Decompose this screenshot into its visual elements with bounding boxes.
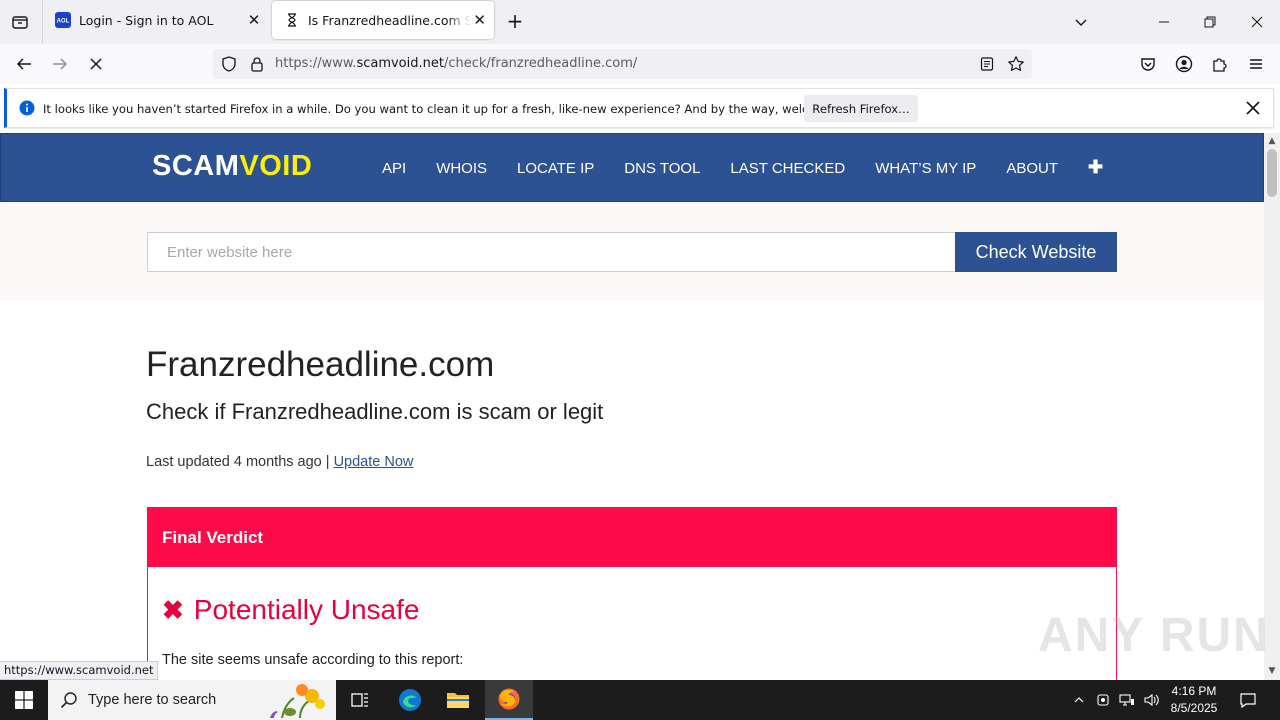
tab-title: Is Franzredheadline.com Safe ? — [308, 12, 472, 28]
menu-item-dns-tool[interactable]: DNS TOOL — [624, 160, 700, 177]
check-website-button[interactable]: Check Website — [955, 232, 1117, 272]
menu-more-plus-icon[interactable]: ✚ — [1088, 158, 1103, 177]
verdict-header: Final Verdict — [148, 508, 1116, 567]
taskbar-search-placeholder: Type here to search — [88, 692, 217, 708]
taskbar-search-box[interactable]: Type here to search — [48, 680, 336, 720]
loading-hourglass-icon — [284, 12, 300, 28]
restore-button[interactable] — [1187, 0, 1233, 44]
site-header: SCAMVOID API WHOIS LOCATE IP DNS TOOL LA… — [0, 133, 1264, 202]
taskbar-clock[interactable]: 4:16 PM 8/5/2025 — [1160, 683, 1228, 717]
flowers-search-highlight-icon — [260, 682, 330, 720]
extensions-puzzle-icon[interactable] — [1208, 52, 1232, 76]
last-updated-line: Last updated 4 months ago | Update Now — [146, 454, 413, 470]
tab-scamvoid[interactable]: Is Franzredheadline.com Safe ? ✕ — [272, 1, 494, 39]
verdict-status: ✖ Potentially Unsafe — [162, 594, 419, 626]
aol-favicon-icon: AOL — [55, 12, 71, 28]
meet-now-icon[interactable] — [1092, 680, 1114, 720]
firefox-refresh-notification: It looks like you haven’t started Firefo… — [4, 88, 1274, 128]
tracking-shield-icon[interactable] — [221, 56, 237, 76]
menu-item-whois[interactable]: WHOIS — [436, 160, 487, 177]
close-notification-icon[interactable] — [1243, 98, 1263, 118]
task-view-icon[interactable] — [336, 680, 384, 720]
menu-item-whats-my-ip[interactable]: WHAT’S MY IP — [875, 160, 976, 177]
scamvoid-logo[interactable]: SCAMVOID — [152, 150, 312, 183]
tab-bar: AOL Login - Sign in to AOL ✕ Is Franzred… — [0, 0, 1280, 44]
tab-overflow-chevron-icon[interactable] — [1058, 0, 1104, 44]
page-title: Franzredheadline.com — [146, 345, 495, 384]
close-window-button[interactable] — [1234, 0, 1280, 44]
verdict-description: The site seems unsafe according to this … — [162, 652, 464, 668]
firefox-taskbar-icon[interactable] — [485, 680, 533, 720]
bookmark-star-icon[interactable] — [1007, 55, 1025, 77]
search-section: Check Website — [0, 202, 1264, 301]
windows-taskbar: Type here to search 4:16 PM 8/5/2025 — [0, 680, 1280, 720]
anyrun-watermark: ANY RUN — [1038, 609, 1270, 662]
final-verdict-panel: Final Verdict ✖ Potentially Unsafe The si… — [147, 507, 1117, 680]
last-updated-text: Last updated 4 months ago | — [146, 454, 330, 470]
logo-void: VOID — [239, 150, 313, 182]
minimize-button[interactable] — [1141, 0, 1187, 44]
network-icon[interactable] — [1116, 680, 1138, 720]
tab-aol-login[interactable]: AOL Login - Sign in to AOL ✕ — [43, 0, 270, 40]
aol-favicon-text: AOL — [57, 19, 70, 25]
refresh-firefox-button[interactable]: Refresh Firefox… — [804, 95, 918, 122]
account-icon[interactable] — [1172, 52, 1196, 76]
url-prefix: https://www. — [275, 56, 357, 71]
volume-icon[interactable] — [1140, 680, 1162, 720]
url-domain: scamvoid.net — [356, 56, 444, 71]
cross-mark-icon: ✖ — [162, 594, 184, 625]
tab-close-icon[interactable]: ✕ — [244, 10, 264, 30]
page-scrollbar[interactable]: ▲ ▼ — [1264, 133, 1280, 680]
back-arrow-icon[interactable] — [12, 52, 36, 76]
search-icon — [60, 691, 78, 709]
menu-item-about[interactable]: ABOUT — [1006, 160, 1058, 177]
clock-date: 8/5/2025 — [1170, 701, 1218, 715]
link-status-url: https://www.scamvoid.net — [0, 661, 159, 680]
reader-view-icon[interactable] — [979, 56, 995, 76]
verdict-label: Potentially Unsafe — [193, 594, 420, 625]
url-bar[interactable]: https://www.scamvoid.net/check/franzredh… — [213, 49, 1032, 79]
scroll-thumb[interactable] — [1267, 149, 1277, 197]
tab-list-icon[interactable] — [10, 12, 30, 32]
tab-close-icon[interactable]: ✕ — [471, 10, 488, 30]
windows-start-icon[interactable] — [0, 680, 48, 720]
tray-overflow-chevron-icon[interactable] — [1068, 680, 1090, 720]
page-subtitle: Check if Franzredheadline.com is scam or… — [146, 399, 604, 424]
page-viewport: SCAMVOID API WHOIS LOCATE IP DNS TOOL LA… — [0, 133, 1264, 680]
logo-scam: SCAM — [152, 150, 240, 182]
new-tab-button[interactable]: + — [504, 11, 526, 33]
update-now-link[interactable]: Update Now — [334, 454, 414, 470]
app-menu-icon[interactable] — [1244, 52, 1268, 76]
scroll-down-arrow-icon[interactable]: ▼ — [1267, 666, 1277, 676]
menu-item-locate-ip[interactable]: LOCATE IP — [517, 160, 594, 177]
notification-message: It looks like you haven’t started Firefo… — [43, 102, 870, 116]
stop-loading-icon[interactable] — [84, 52, 108, 76]
notification-center-icon[interactable] — [1232, 680, 1264, 720]
clock-time: 4:16 PM — [1171, 684, 1217, 698]
scroll-up-arrow-icon[interactable]: ▲ — [1267, 136, 1277, 146]
website-search-input[interactable] — [147, 232, 956, 272]
padlock-icon[interactable] — [249, 56, 265, 76]
main-menu: API WHOIS LOCATE IP DNS TOOL LAST CHECKE… — [382, 158, 1133, 177]
forward-arrow-icon[interactable] — [48, 52, 72, 76]
url-text[interactable]: https://www.scamvoid.net/check/franzredh… — [275, 56, 637, 71]
info-icon — [19, 100, 35, 120]
tab-title: Login - Sign in to AOL — [79, 12, 214, 28]
menu-item-api[interactable]: API — [382, 160, 406, 177]
pocket-icon[interactable] — [1136, 52, 1160, 76]
menu-item-last-checked[interactable]: LAST CHECKED — [730, 160, 845, 177]
url-path: /check/franzredheadline.com/ — [443, 56, 638, 71]
edge-browser-icon[interactable] — [386, 680, 434, 720]
file-explorer-icon[interactable] — [434, 680, 482, 720]
